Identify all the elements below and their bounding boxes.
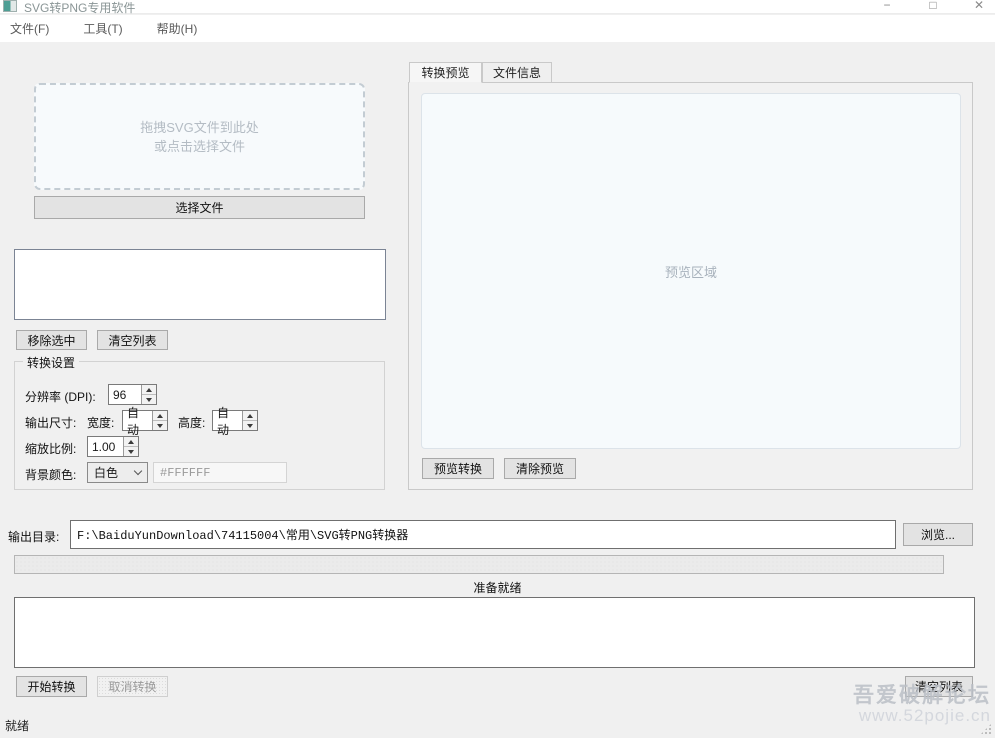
menu-help[interactable]: 帮助(H): [149, 16, 206, 41]
output-dir-label: 输出目录:: [8, 528, 59, 545]
height-value: 自动: [213, 411, 242, 430]
watermark-line2: www.52pojie.cn: [853, 707, 991, 726]
conversion-settings-group: 转换设置 分辨率 (DPI): 96 输出尺寸: 宽度: 自动 高度: 自动: [14, 361, 385, 490]
select-file-button[interactable]: 选择文件: [34, 196, 365, 219]
clear-preview-button[interactable]: 清除预览: [504, 458, 576, 479]
menu-tools[interactable]: 工具(T): [75, 16, 130, 41]
height-label: 高度:: [178, 414, 205, 431]
window-title: SVG转PNG专用软件: [24, 0, 135, 16]
window-controls: − □ ✕: [879, 0, 987, 12]
background-color-label: 背景颜色:: [25, 466, 76, 483]
title-bar: SVG转PNG专用软件 − □ ✕: [0, 0, 995, 14]
width-spinner-arrows[interactable]: [152, 411, 167, 430]
spin-up-icon[interactable]: [243, 411, 257, 420]
width-label: 宽度:: [87, 414, 114, 431]
settings-group-title: 转换设置: [23, 354, 79, 371]
width-value: 自动: [123, 411, 152, 430]
minimize-icon[interactable]: −: [879, 0, 895, 12]
tab-conversion-preview[interactable]: 转换预览: [409, 62, 482, 83]
spin-down-icon[interactable]: [153, 420, 167, 430]
clear-file-list-button[interactable]: 清空列表: [97, 330, 168, 350]
browse-button[interactable]: 浏览...: [903, 523, 973, 546]
status-label: 准备就绪: [0, 579, 995, 596]
start-convert-button[interactable]: 开始转换: [16, 676, 87, 697]
background-color-value: 白色: [94, 464, 118, 481]
scale-label: 缩放比例:: [25, 440, 76, 457]
scale-spinner-arrows[interactable]: [123, 437, 138, 456]
file-list[interactable]: [14, 249, 386, 320]
spin-up-icon[interactable]: [142, 385, 156, 394]
dropzone-text-line2: 或点击选择文件: [154, 137, 245, 156]
resize-grip-icon[interactable]: [980, 723, 992, 735]
preview-convert-button[interactable]: 预览转换: [422, 458, 494, 479]
svg-dropzone[interactable]: 拖拽SVG文件到此处 或点击选择文件: [34, 83, 365, 190]
progress-bar: [14, 555, 944, 574]
dpi-spinner[interactable]: 96: [108, 384, 157, 405]
dpi-spinner-arrows[interactable]: [141, 385, 156, 404]
remove-selected-button[interactable]: 移除选中: [16, 330, 87, 350]
preview-area: 预览区域: [421, 93, 961, 449]
dpi-value: 96: [109, 385, 141, 404]
output-size-label: 输出尺寸:: [25, 414, 76, 431]
spin-down-icon[interactable]: [124, 446, 138, 456]
preview-placeholder-text: 预览区域: [665, 262, 717, 281]
spin-up-icon[interactable]: [153, 411, 167, 420]
background-color-select[interactable]: 白色: [87, 462, 148, 483]
dpi-label: 分辨率 (DPI):: [25, 388, 96, 405]
width-spinner[interactable]: 自动: [122, 410, 168, 431]
cancel-convert-button: 取消转换: [97, 676, 168, 697]
height-spinner-arrows[interactable]: [242, 411, 257, 430]
spin-down-icon[interactable]: [243, 420, 257, 430]
preview-tab-panel: 预览区域 预览转换 清除预览: [408, 82, 973, 490]
scale-spinner[interactable]: 1.00: [87, 436, 139, 457]
log-area[interactable]: [14, 597, 975, 668]
output-dir-input[interactable]: [70, 520, 896, 549]
tab-file-info[interactable]: 文件信息: [482, 62, 552, 83]
maximize-icon[interactable]: □: [925, 0, 941, 12]
chevron-down-icon: [134, 467, 142, 475]
spin-down-icon[interactable]: [142, 394, 156, 404]
app-icon: [3, 0, 17, 12]
scale-value: 1.00: [88, 437, 123, 456]
menu-file[interactable]: 文件(F): [2, 16, 57, 41]
statusbar-text: 就绪: [5, 717, 29, 734]
spin-up-icon[interactable]: [124, 437, 138, 446]
height-spinner[interactable]: 自动: [212, 410, 258, 431]
clear-list-button-bottom[interactable]: 清空列表: [905, 676, 973, 697]
close-icon[interactable]: ✕: [971, 0, 987, 12]
background-hex-field[interactable]: #FFFFFF: [153, 462, 287, 483]
menu-bar: 文件(F) 工具(T) 帮助(H): [0, 15, 995, 42]
app-window: SVG转PNG专用软件 − □ ✕ 文件(F) 工具(T) 帮助(H) 拖拽SV…: [0, 0, 995, 738]
dropzone-text-line1: 拖拽SVG文件到此处: [140, 118, 258, 137]
